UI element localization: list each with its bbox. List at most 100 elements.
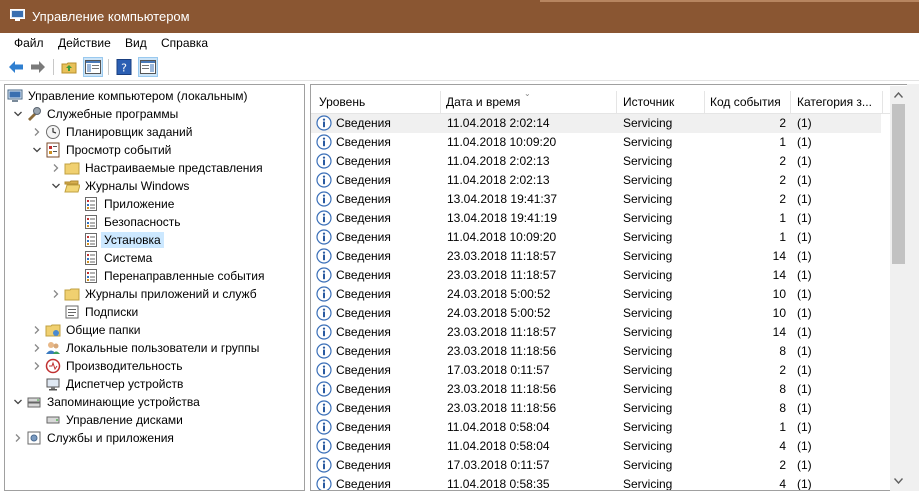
tree-item[interactable]: Управление дисками	[5, 411, 304, 429]
tree-item-label: Безопасность	[104, 215, 181, 229]
info-icon	[316, 191, 332, 207]
chevron-right-icon[interactable]	[51, 289, 61, 299]
scroll-thumb[interactable]	[892, 104, 905, 264]
event-list[interactable]: Уровень Дата и время ⌄ Источник Код собы…	[310, 84, 919, 491]
help-button[interactable]: ?	[114, 57, 134, 77]
chevron-right-icon[interactable]	[32, 127, 42, 137]
toolbar-separator	[108, 59, 109, 75]
column-header-level[interactable]: Уровень	[311, 91, 441, 114]
table-row[interactable]: Сведения 17.03.2018 0:11:57 Servicing 2 (1)	[311, 361, 881, 380]
table-row[interactable]: Сведения 23.03.2018 11:18:57 Servicing 14 (1…	[311, 323, 881, 342]
info-icon	[316, 229, 332, 245]
table-row[interactable]: Сведения 11.04.2018 0:58:35 Servicing 4 (1)	[311, 475, 881, 491]
services-icon	[26, 430, 42, 446]
table-row[interactable]: Сведения 11.04.2018 0:58:04 Servicing 1 (1)	[311, 418, 881, 437]
column-header-datetime[interactable]: Дата и время ⌄	[441, 91, 617, 114]
table-row[interactable]: Сведения 23.03.2018 11:18:57 Servicing 14 (1…	[311, 247, 881, 266]
tree-item[interactable]: Локальные пользователи и группы	[5, 339, 304, 357]
table-row[interactable]: Сведения 23.03.2018 11:18:56 Servicing 8 (1)	[311, 380, 881, 399]
tree-item-label: Управление компьютером (локальным)	[28, 89, 248, 103]
cell-category: (1)	[797, 211, 812, 225]
tree-item[interactable]: Перенаправленные события	[5, 267, 304, 285]
scroll-up-button[interactable]	[890, 86, 907, 103]
info-icon	[316, 362, 332, 378]
table-row[interactable]: Сведения 17.03.2018 0:11:57 Servicing 2 (1)	[311, 456, 881, 475]
scroll-down-button[interactable]	[890, 472, 907, 489]
cell-source: Servicing	[623, 135, 673, 149]
cell-event-id: 8	[779, 382, 786, 396]
column-header-category[interactable]: Категория з...	[791, 91, 883, 114]
tree-item[interactable]: Планировщик заданий	[5, 123, 304, 141]
table-row[interactable]: Сведения 11.04.2018 2:02:13 Servicing 2 (1)	[311, 152, 881, 171]
tree-item[interactable]: Подписки	[5, 303, 304, 321]
cell-datetime: 11.04.2018 10:09:20	[447, 135, 557, 149]
tree-item[interactable]: Служебные программы	[5, 105, 304, 123]
log-icon	[83, 268, 99, 284]
tree-item[interactable]: Система	[5, 249, 304, 267]
tree-item[interactable]: Настраиваемые представления	[5, 159, 304, 177]
tree-item[interactable]: Журналы Windows	[5, 177, 304, 195]
cell-datetime: 11.04.2018 2:02:14	[447, 116, 550, 130]
chevron-right-icon[interactable]	[13, 433, 23, 443]
chevron-down-icon[interactable]	[13, 109, 23, 119]
cell-datetime: 11.04.2018 10:09:20	[447, 230, 557, 244]
cell-datetime: 24.03.2018 5:00:52	[447, 287, 551, 301]
cell-category: (1)	[797, 249, 812, 263]
tree-item[interactable]: Диспетчер устройств	[5, 375, 304, 393]
vertical-scrollbar[interactable]	[890, 86, 907, 491]
table-row[interactable]: Сведения 11.04.2018 10:09:20 Servicing 1 (1)	[311, 228, 881, 247]
up-button[interactable]	[59, 57, 79, 77]
tree-item[interactable]: Установка	[5, 231, 304, 249]
table-row[interactable]: Сведения 24.03.2018 5:00:52 Servicing 10 (1)	[311, 304, 881, 323]
back-button[interactable]	[6, 57, 26, 77]
table-row[interactable]: Сведения 11.04.2018 10:09:20 Servicing 1 (1)	[311, 133, 881, 152]
column-header-event-id[interactable]: Код события	[705, 91, 791, 114]
table-row[interactable]: Сведения 24.03.2018 5:00:52 Servicing 10 (1)	[311, 285, 881, 304]
tree-item[interactable]: Просмотр событий	[5, 141, 304, 159]
chevron-down-icon[interactable]	[13, 397, 23, 407]
info-icon	[316, 134, 332, 150]
table-row[interactable]: Сведения 23.03.2018 11:18:56 Servicing 8 (1)	[311, 342, 881, 361]
tree-item[interactable]: Журналы приложений и служб	[5, 285, 304, 303]
tree-item[interactable]: Управление компьютером (локальным)	[5, 87, 304, 105]
chevron-down-icon[interactable]	[32, 145, 42, 155]
show-tree-button[interactable]	[83, 57, 103, 77]
column-header-source[interactable]: Источник	[617, 91, 705, 114]
tree-item-label: Перенаправленные события	[104, 269, 265, 283]
cell-category: (1)	[797, 192, 812, 206]
cell-datetime: 24.03.2018 5:00:52	[447, 306, 551, 320]
table-row[interactable]: Сведения 13.04.2018 19:41:19 Servicing 1 (1)	[311, 209, 881, 228]
cell-datetime: 23.03.2018 11:18:56	[447, 401, 557, 415]
menu-action[interactable]: Действие	[58, 36, 111, 50]
cell-event-id: 2	[779, 173, 786, 187]
chevron-down-icon[interactable]	[51, 181, 61, 191]
cell-event-id: 14	[772, 268, 786, 282]
table-row[interactable]: Сведения 23.03.2018 11:18:56 Servicing 8 (1)	[311, 399, 881, 418]
chevron-right-icon[interactable]	[32, 325, 42, 335]
table-row[interactable]: Сведения 13.04.2018 19:41:37 Servicing 2 (1)	[311, 190, 881, 209]
tree-item[interactable]: Службы и приложения	[5, 429, 304, 447]
table-row[interactable]: Сведения 11.04.2018 2:02:14 Servicing 2 (1)	[311, 114, 881, 133]
table-row[interactable]: Сведения 11.04.2018 2:02:13 Servicing 2 (1)	[311, 171, 881, 190]
tree-item[interactable]: Приложение	[5, 195, 304, 213]
tree-item[interactable]: Общие папки	[5, 321, 304, 339]
action-pane-button[interactable]	[138, 57, 158, 77]
cell-category: (1)	[797, 477, 812, 491]
cell-datetime: 13.04.2018 19:41:37	[447, 192, 558, 206]
forward-button[interactable]	[28, 57, 48, 77]
tree-item[interactable]: Производительность	[5, 357, 304, 375]
table-row[interactable]: Сведения 11.04.2018 0:58:04 Servicing 4 (1)	[311, 437, 881, 456]
chevron-right-icon[interactable]	[32, 343, 42, 353]
table-row[interactable]: Сведения 23.03.2018 11:18:57 Servicing 14 (1…	[311, 266, 881, 285]
menu-help[interactable]: Справка	[161, 36, 208, 50]
cell-source: Servicing	[623, 306, 673, 320]
menu-view[interactable]: Вид	[125, 36, 147, 50]
chevron-right-icon[interactable]	[51, 163, 61, 173]
tree-item[interactable]: Запоминающие устройства	[5, 393, 304, 411]
console-tree[interactable]: Управление компьютером (локальным) Служеб…	[4, 84, 305, 491]
menu-file[interactable]: Файл	[14, 36, 44, 50]
cell-event-id: 10	[772, 287, 786, 301]
chevron-right-icon[interactable]	[32, 361, 42, 371]
cell-event-id: 8	[779, 344, 786, 358]
tree-item[interactable]: Безопасность	[5, 213, 304, 231]
